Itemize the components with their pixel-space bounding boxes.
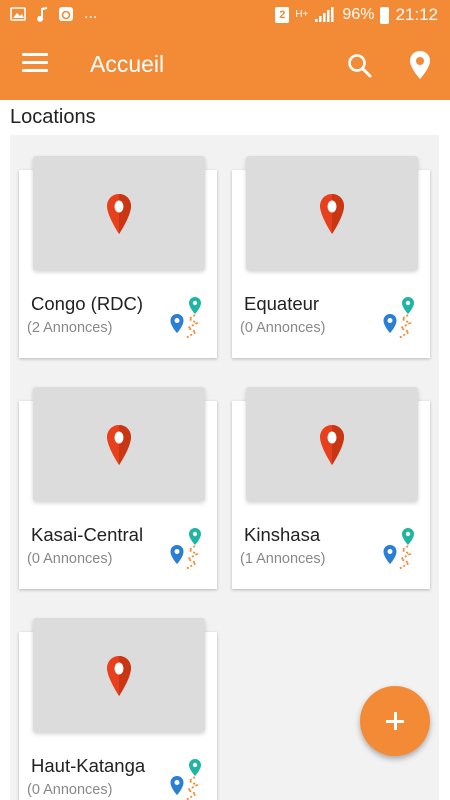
ad-count: (0 Annonces) [27,551,113,567]
notification-ellipsis: ... [84,5,98,22]
location-thumbnail [33,387,205,501]
ad-count: (0 Annonces) [240,320,326,336]
map-pin-icon [107,194,131,234]
ad-count: (2 Annonces) [27,320,113,336]
route-icon [383,297,414,339]
location-card-haut-katanga[interactable]: Haut-Katanga (0 Annonces) [19,618,217,800]
location-card-equateur[interactable]: Equateur (0 Annonces) [232,156,430,358]
location-card-kinshasa[interactable]: Kinshasa (1 Annonces) [232,387,430,589]
sim-slot-badge: 2 [275,7,290,23]
image-icon [10,7,26,21]
location-name: Kinshasa [244,524,321,545]
location-thumbnail [33,156,205,270]
location-card-kasai-central[interactable]: Kasai-Central (0 Annonces) [19,387,217,589]
page-title: Accueil [90,51,165,77]
location-thumbnail [246,387,418,501]
music-note-icon [37,7,47,22]
map-pin-icon [107,425,131,465]
location-name: Haut-Katanga [31,755,146,776]
add-location-button[interactable] [360,686,430,756]
section-title: Locations [10,106,96,128]
network-type: H+ [295,9,309,20]
location-name: Congo (RDC) [31,293,144,314]
ad-count: (0 Annonces) [27,782,113,798]
route-icon [170,297,201,339]
signal-icon [315,7,334,22]
location-name: Equateur [244,293,320,314]
location-name: Kasai-Central [31,524,144,545]
map-pin-icon [107,656,131,696]
location-card-congo-rdc[interactable]: Congo (RDC) (2 Annonces) [19,156,217,358]
route-icon [383,528,414,570]
map-pin-icon [320,425,344,465]
system-status: 2 H+ 96% 21:12 [275,5,438,25]
notification-icons: ... [10,5,97,23]
menu-icon[interactable] [22,53,48,75]
battery-icon [380,6,390,24]
location-thumbnail [246,156,418,270]
route-icon [170,528,201,570]
ad-count: (1 Annonces) [240,551,326,567]
location-icon[interactable] [408,50,432,80]
status-bar: ... 2 H+ 96% 21:12 [0,0,450,30]
clock: 21:12 [395,5,438,24]
route-icon [170,759,201,800]
search-icon[interactable] [346,52,374,80]
browser-icon [59,7,73,21]
battery-percent: 96% [342,6,375,23]
location-thumbnail [33,618,205,732]
app-bar: Accueil [0,30,450,100]
map-pin-icon [320,194,344,234]
